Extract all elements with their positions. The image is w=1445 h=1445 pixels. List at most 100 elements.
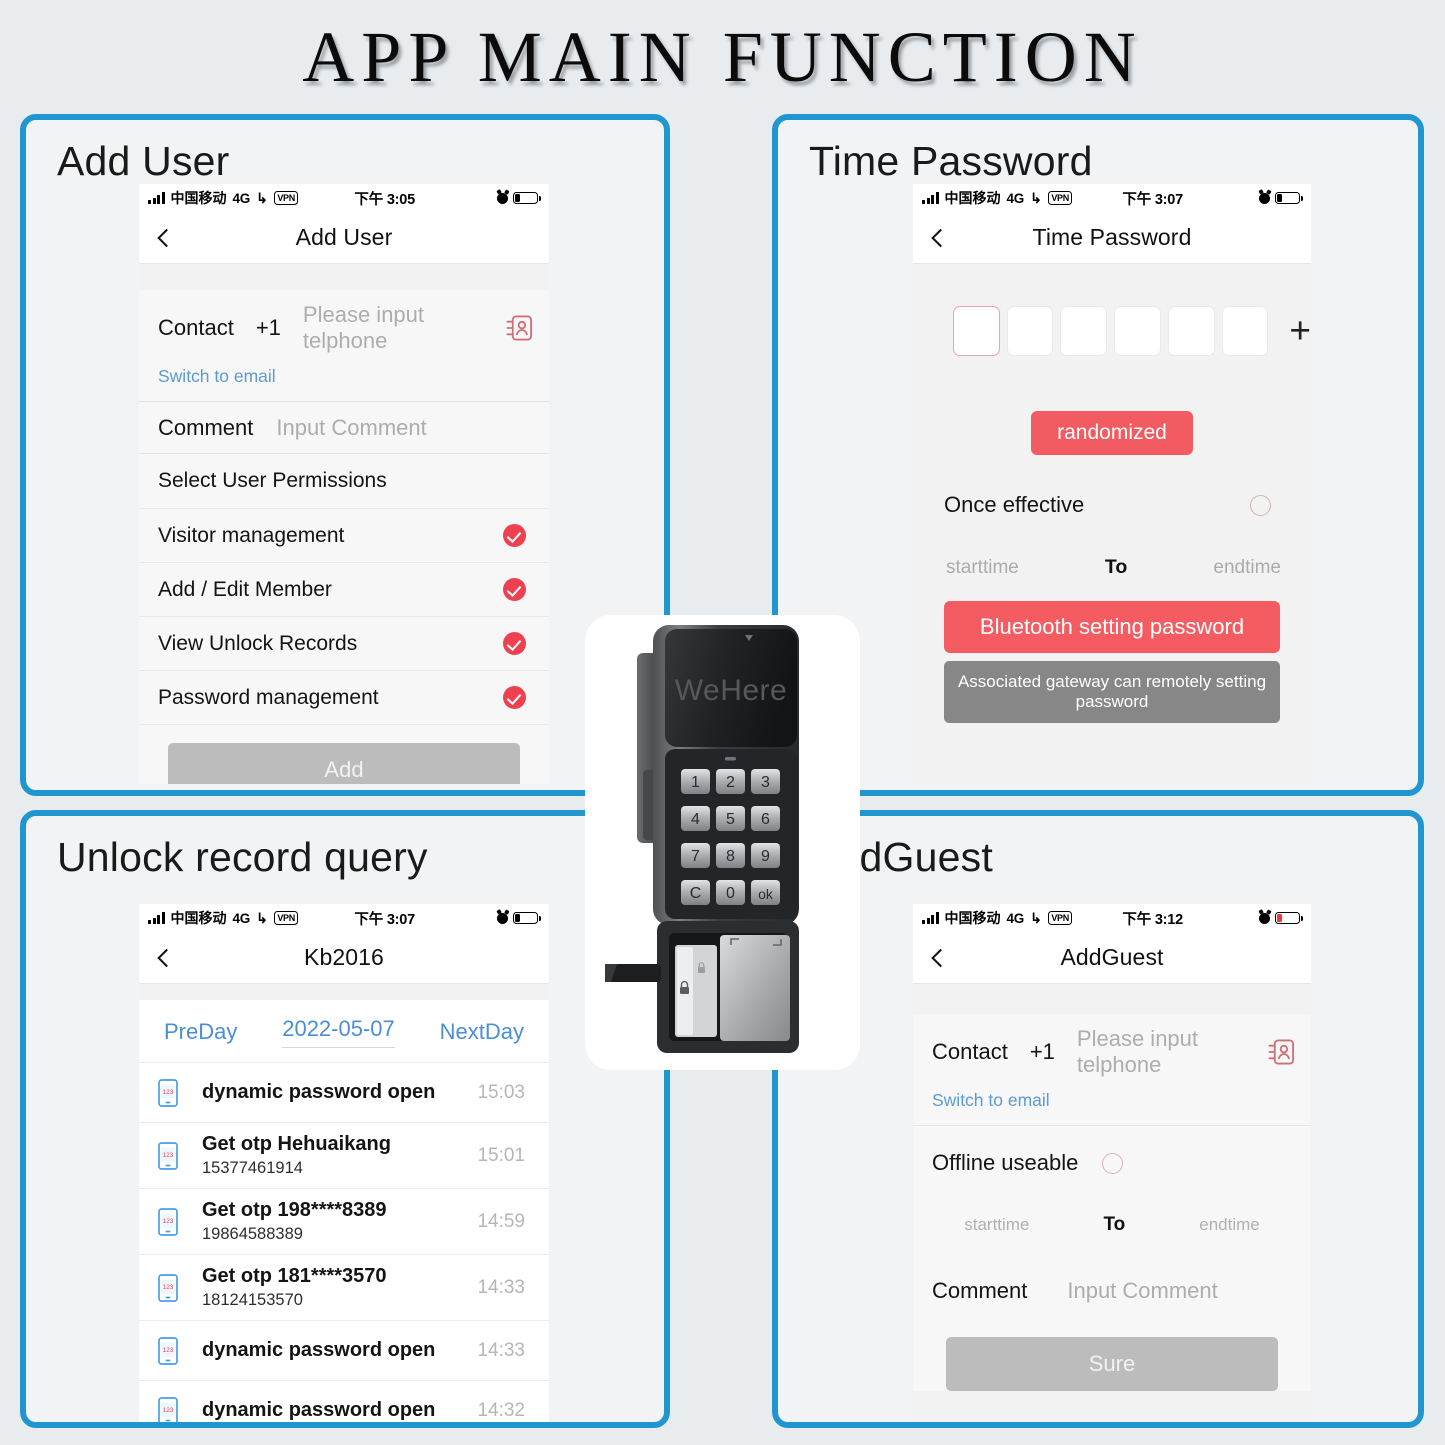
record-title: Get otp Hehuaikang: [202, 1133, 391, 1155]
check-circle-icon[interactable]: [503, 632, 526, 655]
country-code[interactable]: +1: [256, 315, 281, 341]
permissions-header: Select User Permissions: [139, 454, 549, 508]
nav-title: Kb2016: [304, 944, 384, 970]
switch-to-email-link[interactable]: Switch to email: [913, 1090, 1311, 1125]
permission-row-visitor-management[interactable]: Visitor management: [139, 508, 549, 562]
page-title: APP MAIN FUNCTION: [302, 17, 1143, 97]
phone-screen-time-password: 中国移动 4G ↳ VPN 下午 3:07 Time Password + ra…: [913, 184, 1311, 784]
once-effective-label: Once effective: [944, 492, 1085, 517]
bluetooth-setting-password-button[interactable]: Bluetooth setting password: [944, 601, 1280, 653]
contact-row[interactable]: Contact +1 Please input telphone: [139, 290, 549, 366]
record-time: 15:01: [477, 1144, 525, 1166]
add-guest-body: Contact +1 Please input telphone Switch: [913, 984, 1311, 1422]
svg-text:6: 6: [761, 811, 770, 828]
address-book-icon[interactable]: [505, 313, 534, 343]
starttime-field[interactable]: starttime: [946, 557, 1019, 579]
record-title: dynamic password open: [202, 1081, 436, 1103]
address-book-icon[interactable]: [1267, 1037, 1296, 1067]
password-box-5[interactable]: [1167, 306, 1215, 356]
telephone-input[interactable]: Please input telphone: [1077, 1026, 1267, 1078]
permission-row-view-unlock-records[interactable]: View Unlock Records: [139, 616, 549, 670]
comment-row[interactable]: Comment Input Comment: [139, 401, 549, 454]
sure-button-wrap: Sure: [913, 1304, 1311, 1391]
status-bar-right: [1259, 911, 1303, 925]
svg-text:9: 9: [761, 848, 770, 865]
current-date[interactable]: 2022-05-07: [282, 1016, 395, 1048]
add-guest-form: Contact +1 Please input telphone Switch: [913, 1014, 1311, 1391]
comment-row[interactable]: Comment Input Comment: [913, 1236, 1311, 1304]
permission-row-password-management[interactable]: Password management: [139, 670, 549, 724]
svg-text:123: 123: [163, 1407, 174, 1414]
panel-title-time-password: Time Password: [809, 138, 1093, 184]
carrier-label: 中国移动: [170, 910, 227, 926]
record-main: Get otp 198****8389 19864588389: [202, 1199, 477, 1244]
record-main: Get otp 181****3570 18124153570: [202, 1265, 477, 1310]
password-box-3[interactable]: [1060, 306, 1108, 356]
phone-123-icon: 123: [158, 1207, 178, 1236]
sure-button[interactable]: Sure: [946, 1337, 1278, 1391]
table-row[interactable]: 123 dynamic password open 14:32: [139, 1380, 549, 1422]
time-range-row: starttime To endtime: [913, 518, 1311, 579]
check-circle-icon[interactable]: [503, 524, 526, 547]
network-label: 4G: [1006, 190, 1025, 206]
battery-icon: [1275, 191, 1303, 205]
unlock-record-body: PreDay 2022-05-07 NextDay 123 dynamic pa…: [139, 984, 549, 1422]
endtime-field[interactable]: endtime: [1199, 1215, 1259, 1235]
check-circle-icon[interactable]: [503, 686, 526, 709]
record-time: 14:33: [477, 1339, 525, 1361]
add-button[interactable]: Add: [168, 743, 520, 784]
permission-row-add-edit-member[interactable]: Add / Edit Member: [139, 562, 549, 616]
table-row[interactable]: 123 Get otp 181****3570 18124153570 14:3…: [139, 1254, 549, 1320]
gateway-remote-setting-button[interactable]: Associated gateway can remotely setting …: [944, 661, 1280, 723]
check-circle-icon[interactable]: [503, 578, 526, 601]
svg-text:123: 123: [163, 1152, 174, 1159]
randomized-button[interactable]: randomized: [1031, 411, 1193, 455]
comment-label: Comment: [932, 1278, 1028, 1303]
password-box-2[interactable]: [1006, 306, 1054, 356]
radio-circle-icon[interactable]: [1250, 494, 1271, 516]
prev-day-button[interactable]: PreDay: [164, 1019, 237, 1045]
carrier-label: 中国移动: [944, 910, 1001, 926]
nav-bar: Kb2016: [139, 932, 549, 984]
table-row[interactable]: 123 dynamic password open 14:33: [139, 1320, 549, 1380]
panel-title-add-guest: AddGuest: [809, 834, 993, 880]
svg-text:2: 2: [726, 774, 735, 791]
offline-useable-label: Offline useable: [932, 1150, 1079, 1175]
telephone-input[interactable]: Please input telphone: [303, 302, 505, 354]
network-label: 4G: [232, 910, 251, 926]
table-row[interactable]: 123 Get otp Hehuaikang 15377461914 15:01: [139, 1122, 549, 1188]
endtime-field[interactable]: endtime: [1213, 557, 1281, 579]
comment-input[interactable]: Input Comment: [1067, 1278, 1217, 1304]
password-box-1[interactable]: [953, 306, 1000, 356]
svg-text:ok: ok: [758, 886, 774, 902]
panel-add-user: Add User 中国移动 4G ↳ VPN 下午 3:05 Add User …: [20, 114, 670, 796]
starttime-field[interactable]: starttime: [964, 1215, 1029, 1235]
comment-input[interactable]: Input Comment: [276, 415, 426, 441]
signal-bars-icon: [148, 912, 165, 924]
status-time: 下午 3:05: [354, 191, 416, 208]
table-row[interactable]: 123 Get otp 198****8389 19864588389 14:5…: [139, 1188, 549, 1254]
radio-circle-icon[interactable]: [1102, 1152, 1124, 1174]
password-box-4[interactable]: [1114, 306, 1161, 356]
nav-bar: AddGuest: [913, 932, 1311, 984]
nav-bar: Time Password: [913, 212, 1311, 264]
password-box-6[interactable]: [1221, 306, 1269, 356]
record-main: dynamic password open: [202, 1339, 477, 1362]
next-day-button[interactable]: NextDay: [440, 1019, 524, 1045]
once-effective-row[interactable]: Once effective: [913, 455, 1311, 518]
status-bar: 中国移动 4G ↳ VPN 下午 3:05: [139, 184, 549, 212]
status-bar-right: [497, 191, 541, 205]
contact-row[interactable]: Contact +1 Please input telphone: [913, 1014, 1311, 1090]
switch-to-email-link[interactable]: Switch to email: [139, 366, 549, 401]
phone-screen-unlock-record: 中国移动 4G ↳ VPN 下午 3:07 Kb2016 PreDay 2022…: [139, 904, 549, 1422]
svg-text:5: 5: [726, 811, 735, 828]
plus-icon[interactable]: +: [1289, 312, 1311, 349]
alarm-clock-icon: [1259, 192, 1270, 204]
record-title: dynamic password open: [202, 1399, 436, 1421]
status-bar-left: 中国移动 4G ↳ VPN: [148, 188, 299, 208]
offline-useable-row[interactable]: Offline useable: [913, 1126, 1311, 1176]
country-code[interactable]: +1: [1030, 1039, 1055, 1065]
table-row[interactable]: 123 dynamic password open 15:03: [139, 1062, 549, 1122]
svg-text:4: 4: [691, 811, 700, 828]
record-title: Get otp 198****8389: [202, 1199, 387, 1221]
